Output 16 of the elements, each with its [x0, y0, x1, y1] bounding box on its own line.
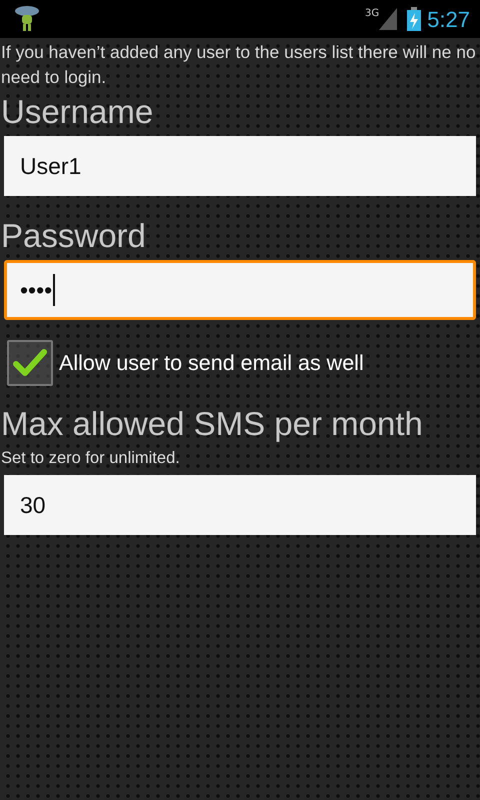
network-label: 3G	[365, 7, 380, 21]
input-field[interactable]: User1	[4, 136, 476, 196]
signal-icon	[379, 8, 398, 30]
input-field[interactable]: 30	[4, 474, 476, 535]
checkbox[interactable]	[7, 340, 53, 386]
clock-time: 5:27	[427, 6, 470, 34]
field-label: Max allowed SMS per month	[1, 404, 424, 444]
input-field[interactable]: ••••	[4, 260, 476, 320]
field-label: Username	[1, 92, 154, 132]
intro-text: If you haven’t added any user to the users list there will ne no need to login.	[1, 41, 476, 89]
checkbox-label: Allow user to send email as well	[59, 350, 364, 377]
hint-text: Set to zero for unlimited.	[1, 448, 181, 469]
battery-icon	[407, 7, 422, 31]
app-icon	[14, 4, 40, 34]
text-cursor	[53, 274, 56, 306]
field-label: Password	[1, 216, 147, 256]
